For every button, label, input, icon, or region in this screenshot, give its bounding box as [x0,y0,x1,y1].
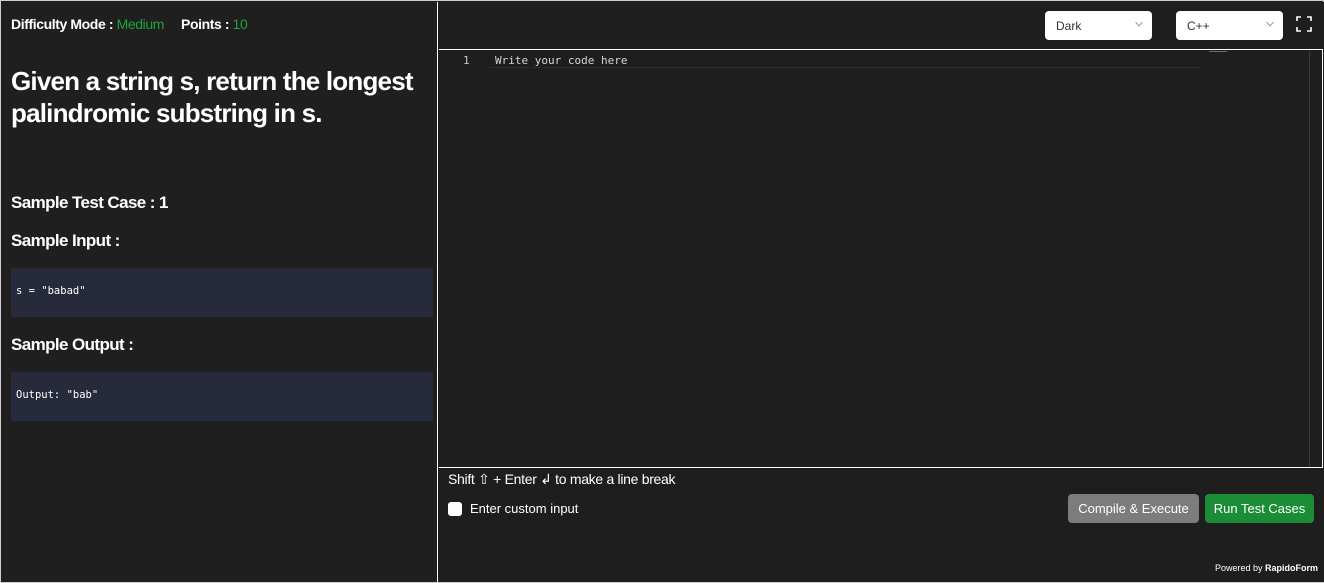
powered-by-brand: RapidoForm [1265,563,1318,573]
code-placeholder[interactable]: Write your code here [495,54,627,67]
theme-select-value: Dark [1056,19,1082,33]
points-value: 10 [232,16,248,32]
powered-by-prefix: Powered by [1214,563,1263,573]
language-select-value: C++ [1187,19,1210,33]
editor-scrollbar[interactable] [1309,50,1310,467]
points-label: Points : [181,16,230,32]
editor-panel: Dark C++ 1 Write your code here Shift ⇧ … [439,2,1324,582]
fullscreen-icon[interactable] [1296,16,1312,32]
sample-output-value: Output: "bab" [16,389,99,401]
custom-input-toggle[interactable]: Enter custom input [448,501,578,516]
minimap-line [1209,51,1227,52]
problem-panel: Difficulty Mode : Medium Points : 10 Giv… [2,2,438,582]
custom-input-checkbox[interactable] [448,501,462,516]
custom-input-label: Enter custom input [470,501,579,516]
language-select[interactable]: C++ [1176,11,1283,40]
sample-case-heading: Sample Test Case : 1 [11,193,168,212]
powered-by: Powered by RapidoForm [1215,563,1318,573]
question-text: Given a string s, return the longest pal… [11,66,414,128]
problem-meta: Difficulty Mode : Medium Points : 10 [11,16,248,32]
chevron-down-icon [1135,21,1143,27]
chevron-down-icon [1266,21,1274,27]
sample-input-value: s = "babad" [16,285,86,297]
run-test-cases-button[interactable]: Run Test Cases [1205,494,1314,523]
code-editor[interactable]: 1 Write your code here [439,49,1323,468]
compile-execute-button[interactable]: Compile & Execute [1068,494,1199,523]
difficulty-label: Difficulty Mode : [11,16,114,32]
coding-challenge-frame: Difficulty Mode : Medium Points : 10 Giv… [0,0,1324,583]
sample-input-box: s = "babad" [11,268,433,317]
difficulty-value: Medium [116,16,165,32]
sample-output-heading: Sample Output : [11,335,134,354]
line-number: 1 [463,54,470,67]
sample-output-box: Output: "bab" [11,372,433,421]
sample-input-heading: Sample Input : [11,231,120,250]
line-break-hint: Shift ⇧ + Enter ↲ to make a line break [448,471,676,487]
theme-select[interactable]: Dark [1045,11,1152,40]
editor-minimap[interactable] [1205,50,1309,467]
